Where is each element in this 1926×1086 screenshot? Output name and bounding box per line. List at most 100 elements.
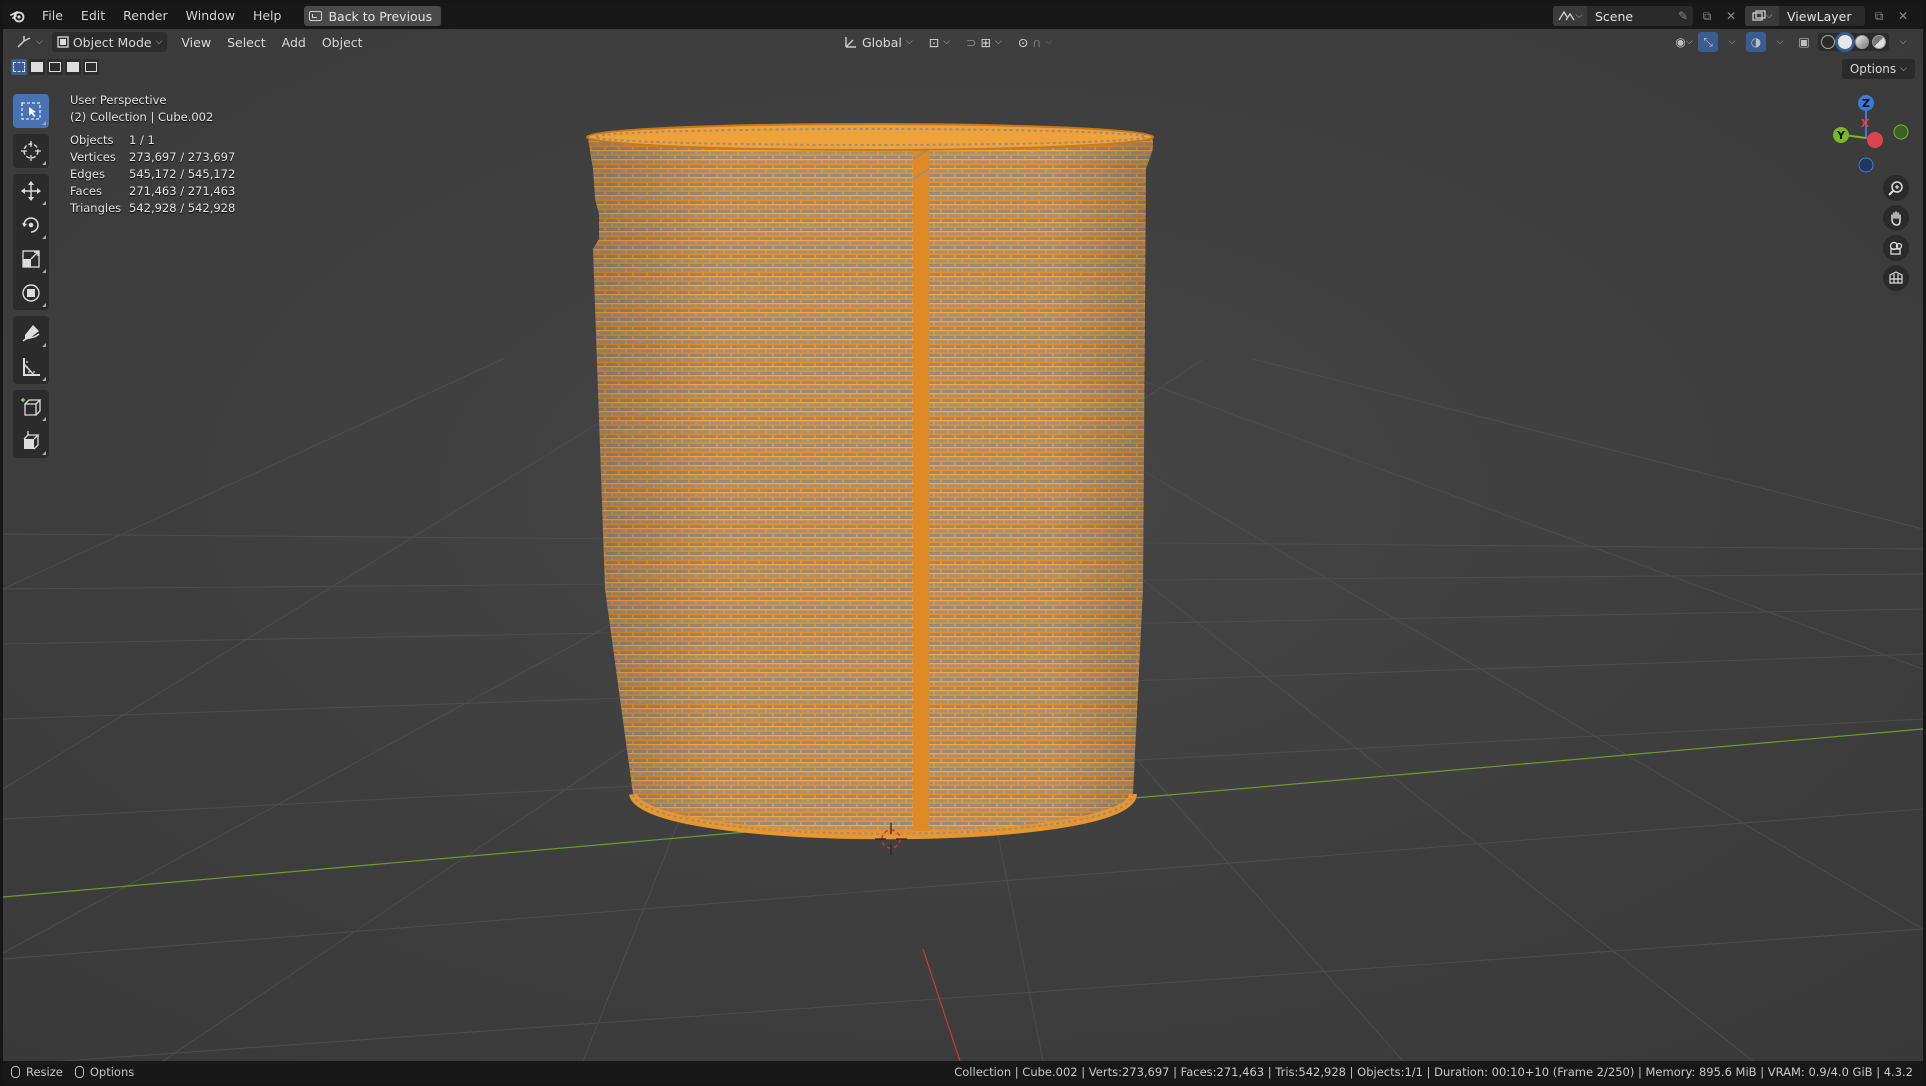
gizmo-dropdown[interactable]: ⌵ bbox=[1722, 32, 1742, 52]
magnet-icon: ⊃ bbox=[966, 34, 977, 50]
svg-text:Y: Y bbox=[1836, 129, 1846, 142]
pivot-icon: ⊡ bbox=[928, 34, 940, 50]
blender-logo-icon[interactable] bbox=[3, 3, 33, 29]
rotate-icon bbox=[22, 217, 39, 233]
scene-icon: ⌵ bbox=[1553, 6, 1587, 26]
transform-controls: Global ⌵ ⊡ ⌵ ⊃ ⊞ ⌵ ⊙ ∩ ⌵ bbox=[839, 32, 1057, 52]
viewlayer-name[interactable]: ViewLayer bbox=[1779, 9, 1865, 24]
shading-dropdown[interactable]: ⌵ bbox=[1893, 32, 1913, 52]
back-to-previous-label: Back to Previous bbox=[328, 8, 433, 24]
stat-faces: Faces 271,463 / 271,463 bbox=[70, 184, 236, 198]
add-cube-tool[interactable] bbox=[13, 390, 49, 424]
measure-icon bbox=[23, 358, 40, 376]
menu-file[interactable]: File bbox=[33, 3, 72, 29]
back-to-previous-button[interactable]: Back to Previous bbox=[304, 6, 442, 26]
scale-tool[interactable] bbox=[13, 242, 49, 276]
orientation-dropdown[interactable]: Global ⌵ bbox=[839, 32, 918, 52]
status-options-label: Options bbox=[89, 1065, 135, 1079]
viewlayer-selector[interactable]: ⌵ ViewLayer bbox=[1745, 6, 1865, 26]
menu-view[interactable]: View bbox=[173, 35, 219, 50]
new-scene-icon[interactable]: ⧉ bbox=[1697, 6, 1717, 26]
rotate-tool[interactable] bbox=[13, 208, 49, 242]
extrude-icon bbox=[23, 431, 40, 450]
zoom-icon[interactable] bbox=[1883, 175, 1909, 201]
gizmo-toggle[interactable]: ⤡ bbox=[1698, 32, 1718, 52]
gizmo-x-axis bbox=[1867, 132, 1883, 148]
delete-viewlayer-icon[interactable]: ✕ bbox=[1893, 6, 1913, 26]
stat-edges: Edges 545,172 / 545,172 bbox=[70, 167, 236, 181]
scene-name[interactable]: Scene bbox=[1587, 9, 1673, 24]
active-collection-label: (2) Collection | Cube.002 bbox=[70, 110, 214, 124]
blender-window: File Edit Render Window Help Back to Pre… bbox=[3, 3, 1923, 1083]
annotate-icon bbox=[22, 325, 40, 342]
top-menubar: File Edit Render Window Help Back to Pre… bbox=[3, 3, 1923, 29]
viewport-display-controls: ◉ ⌵ ⤡ ⌵ ◑ ⌵ ▣ ⌵ bbox=[1674, 32, 1913, 52]
object-mode-dropdown[interactable]: Object Mode ⌵ bbox=[51, 32, 168, 52]
select-new-icon[interactable] bbox=[11, 59, 27, 75]
menu-edit[interactable]: Edit bbox=[72, 3, 114, 29]
overlays-dropdown[interactable]: ⌵ bbox=[1770, 32, 1790, 52]
extrude-tool[interactable] bbox=[13, 424, 49, 458]
snap-dropdown[interactable]: ⊃ ⊞ ⌵ bbox=[961, 32, 1007, 52]
menu-render[interactable]: Render bbox=[114, 3, 177, 29]
solid-shading-icon[interactable] bbox=[1838, 35, 1852, 49]
measure-tool[interactable] bbox=[13, 350, 49, 384]
select-invert-icon[interactable] bbox=[65, 59, 81, 75]
select-box-tool[interactable] bbox=[13, 94, 49, 128]
stat-triangles: Triangles 542,928 / 542,928 bbox=[70, 201, 236, 215]
proportional-editing-dropdown[interactable]: ⊙ ∩ ⌵ bbox=[1013, 32, 1057, 52]
proportional-icon: ⊙ bbox=[1017, 34, 1029, 50]
annotate-tool[interactable] bbox=[13, 316, 49, 350]
mouse-right-icon bbox=[74, 1066, 84, 1078]
tool-shelf bbox=[13, 94, 49, 464]
xray-toggle[interactable]: ▣ bbox=[1794, 32, 1814, 52]
transform-tool[interactable] bbox=[13, 276, 49, 310]
status-bar: Resize Options Collection | Cube.002 | V… bbox=[3, 1061, 1923, 1083]
new-viewlayer-icon[interactable]: ⧉ bbox=[1869, 6, 1889, 26]
selection-mode-buttons bbox=[11, 59, 99, 75]
menu-help[interactable]: Help bbox=[244, 3, 291, 29]
menu-window[interactable]: Window bbox=[177, 3, 244, 29]
visibility-dropdown[interactable]: ◉ ⌵ bbox=[1674, 32, 1694, 52]
3d-viewport[interactable] bbox=[3, 29, 1923, 1061]
pan-hand-icon[interactable] bbox=[1883, 205, 1909, 231]
status-scene-info: Collection | Cube.002 | Verts:273,697 | … bbox=[954, 1065, 1913, 1079]
scene-selector[interactable]: ⌵ Scene ✎ bbox=[1553, 6, 1693, 26]
menu-add[interactable]: Add bbox=[274, 35, 314, 50]
select-extend-icon[interactable] bbox=[29, 59, 45, 75]
gizmo-icon: ⤡ bbox=[1703, 34, 1713, 49]
navigation-gizmo[interactable]: Z Y X bbox=[1821, 93, 1911, 183]
wireframe-shading-icon[interactable] bbox=[1821, 35, 1835, 49]
options-dropdown[interactable]: Options ⌵ bbox=[1841, 59, 1915, 79]
camera-view-icon[interactable] bbox=[1883, 235, 1909, 261]
stat-vertices: Vertices 273,697 / 273,697 bbox=[70, 150, 236, 164]
status-resize-label: Resize bbox=[26, 1065, 63, 1079]
select-box-icon bbox=[21, 102, 41, 120]
select-subtract-icon[interactable] bbox=[47, 59, 63, 75]
pivot-point-dropdown[interactable]: ⊡ ⌵ bbox=[924, 32, 955, 52]
perspective-label: User Perspective bbox=[70, 93, 167, 107]
move-tool[interactable] bbox=[13, 174, 49, 208]
select-intersect-icon[interactable] bbox=[83, 59, 99, 75]
falloff-icon: ∩ bbox=[1032, 34, 1042, 50]
ortho-grid-icon[interactable] bbox=[1883, 265, 1909, 291]
rendered-shading-icon[interactable] bbox=[1872, 35, 1886, 49]
cursor-icon bbox=[21, 141, 41, 161]
gizmo-neg-z-axis bbox=[1858, 157, 1874, 173]
editor-type-button[interactable]: ⌵ bbox=[11, 32, 48, 52]
object-mode-icon bbox=[57, 36, 69, 48]
overlays-toggle[interactable]: ◑ bbox=[1746, 32, 1766, 52]
menu-select[interactable]: Select bbox=[219, 35, 274, 50]
stat-objects: Objects 1 / 1 bbox=[70, 133, 155, 147]
move-icon bbox=[21, 181, 41, 201]
viewport-canvas bbox=[3, 29, 1923, 1061]
overlays-icon: ◑ bbox=[1750, 35, 1762, 49]
cursor-tool[interactable] bbox=[13, 134, 49, 168]
pin-icon[interactable]: ✎ bbox=[1673, 6, 1693, 26]
navigation-buttons bbox=[1883, 175, 1909, 291]
material-preview-icon[interactable] bbox=[1855, 35, 1869, 49]
viewport-header: ⌵ Object Mode ⌵ View Select Add Object G… bbox=[3, 29, 1923, 55]
delete-scene-icon[interactable]: ✕ bbox=[1721, 6, 1741, 26]
menu-object[interactable]: Object bbox=[314, 35, 371, 50]
svg-text:Z: Z bbox=[1862, 97, 1870, 110]
